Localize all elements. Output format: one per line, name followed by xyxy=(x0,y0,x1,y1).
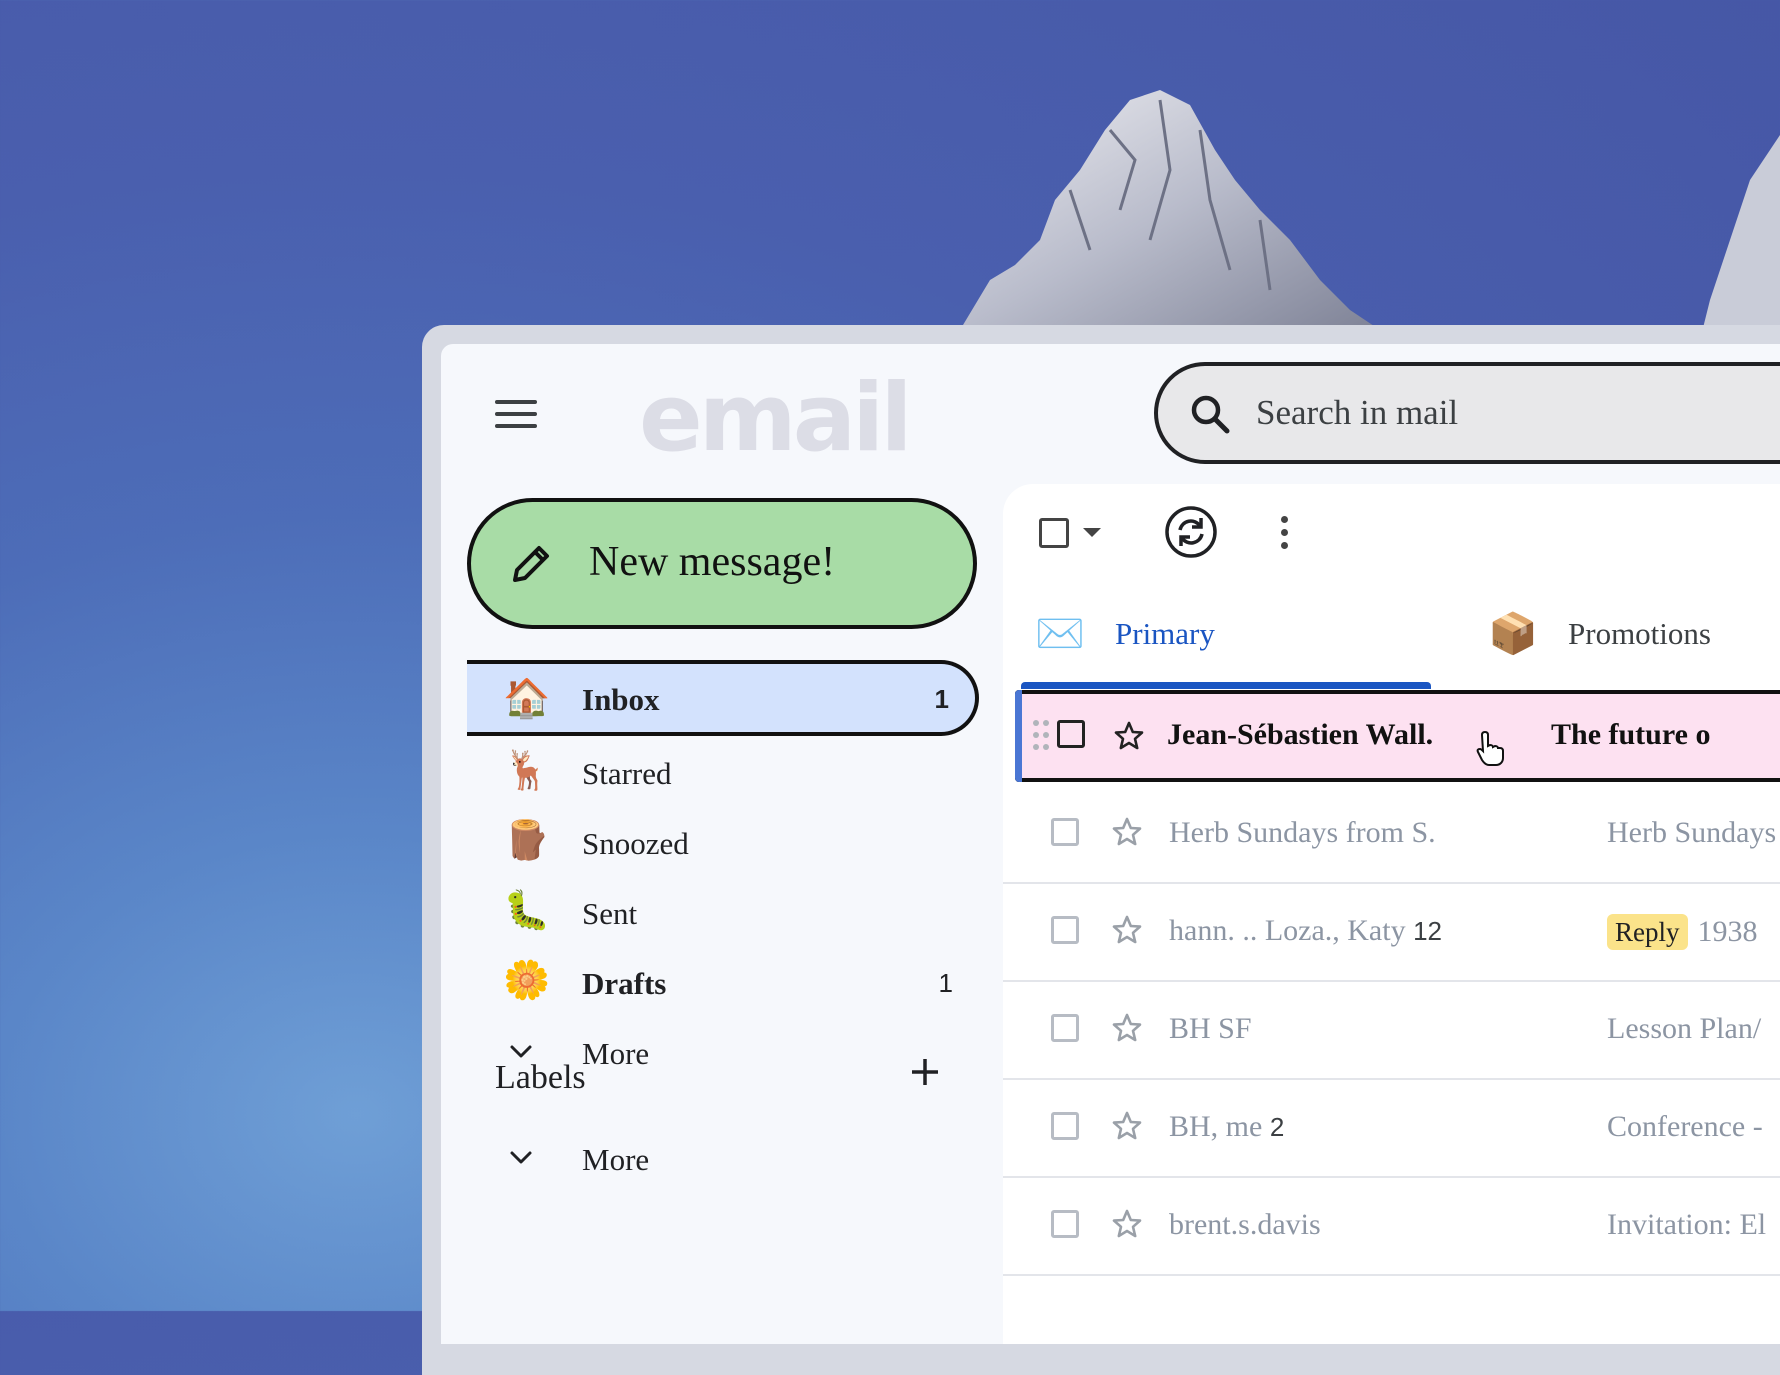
star-icon[interactable] xyxy=(1111,1110,1143,1142)
more-options-icon[interactable] xyxy=(1281,516,1289,550)
search-input[interactable] xyxy=(1254,384,1780,442)
tab-primary[interactable]: ✉️ Primary xyxy=(1021,604,1445,689)
star-icon[interactable] xyxy=(1111,914,1143,946)
draft-count: 1 xyxy=(938,968,953,998)
email-checkbox[interactable] xyxy=(1051,818,1079,846)
app-logo: email xyxy=(639,364,913,473)
sender-names: BH, me xyxy=(1169,1110,1263,1143)
sidebar-item-drafts[interactable]: 🌼 Drafts 1 xyxy=(467,948,979,1018)
email-sender: Jean-Sébastien Wall. xyxy=(1167,718,1434,751)
email-subject: The future o xyxy=(1551,718,1711,751)
sidebar-item-label: More xyxy=(582,1036,650,1071)
new-message-label: New message! xyxy=(589,539,836,585)
unread-count: 1 xyxy=(934,684,949,714)
email-row[interactable]: Jean-Sébastien Wall. The future o xyxy=(1015,690,1780,782)
email-checkbox[interactable] xyxy=(1051,1112,1079,1140)
thread-count: 12 xyxy=(1413,916,1443,946)
menu-icon[interactable] xyxy=(495,400,537,432)
email-row[interactable]: BH, me 2 Conference - xyxy=(1003,1080,1780,1178)
select-dropdown-caret-icon[interactable] xyxy=(1083,528,1101,537)
email-subject: Invitation: El xyxy=(1607,1208,1767,1241)
sender-names: hann. .. Loza., Katy xyxy=(1169,914,1406,947)
tab-label: Primary xyxy=(1115,616,1215,651)
package-icon: 📦 xyxy=(1488,611,1538,657)
flower-icon: 🌼 xyxy=(503,958,551,1002)
refresh-icon[interactable] xyxy=(1163,504,1219,560)
labels-more-label: More xyxy=(582,1142,650,1177)
email-sender: BH, me 2 xyxy=(1169,1110,1284,1144)
chevron-down-icon xyxy=(510,1151,532,1164)
sidebar-item-starred[interactable]: 🦌 Starred xyxy=(467,738,979,808)
email-subject: Herb Sundays xyxy=(1607,816,1777,849)
new-message-button[interactable]: New message! xyxy=(467,498,977,629)
caterpillar-icon: 🐛 xyxy=(503,888,551,932)
active-tab-indicator xyxy=(1021,682,1431,689)
email-row[interactable]: brent.s.davis Invitation: El xyxy=(1003,1178,1780,1276)
select-all-checkbox[interactable] xyxy=(1039,518,1069,548)
email-row[interactable]: BH SF Lesson Plan/ xyxy=(1003,982,1780,1080)
search-icon xyxy=(1191,395,1230,434)
email-sender: BH SF xyxy=(1169,1012,1252,1045)
email-row[interactable]: Herb Sundays from S. Herb Sundays xyxy=(1003,786,1780,884)
email-subject: Lesson Plan/ xyxy=(1607,1012,1762,1045)
email-checkbox[interactable] xyxy=(1057,720,1085,748)
email-sender: Herb Sundays from S. xyxy=(1169,816,1436,849)
mountain-peak-image xyxy=(960,90,1380,330)
email-checkbox[interactable] xyxy=(1051,1210,1079,1238)
email-list: Jean-Sébastien Wall. The future o Herb S… xyxy=(1003,690,1780,1276)
add-label-icon[interactable] xyxy=(909,1056,941,1088)
house-icon: 🏠 xyxy=(503,676,551,720)
subject-text: 1938 xyxy=(1697,915,1758,948)
star-icon[interactable] xyxy=(1113,720,1145,752)
mountain-peak-image xyxy=(1700,135,1780,340)
sidebar-item-snoozed[interactable]: 🪵 Snoozed xyxy=(467,808,979,878)
deer-icon: 🦌 xyxy=(503,748,551,792)
sidebar-item-label: Inbox xyxy=(582,682,660,717)
log-icon: 🪵 xyxy=(503,818,551,862)
sidebar-item-label: Sent xyxy=(582,896,638,931)
email-checkbox[interactable] xyxy=(1051,1014,1079,1042)
hand-pointer-cursor-icon xyxy=(1476,730,1504,766)
pencil-icon xyxy=(513,546,549,582)
search-bar[interactable] xyxy=(1154,362,1780,464)
sidebar-item-label: Snoozed xyxy=(582,826,689,861)
sidebar-nav: 🏠 Inbox 1 🦌 Starred 🪵 Snoozed 🐛 Sent 🌼 D… xyxy=(467,660,979,1088)
email-subject: Reply 1938 xyxy=(1607,914,1758,950)
thread-count: 2 xyxy=(1269,1112,1285,1142)
email-row[interactable]: hann. .. Loza., Katy 12 Reply 1938 xyxy=(1003,884,1780,982)
sidebar-item-inbox[interactable]: 🏠 Inbox 1 xyxy=(467,660,979,736)
star-icon[interactable] xyxy=(1111,1012,1143,1044)
star-icon[interactable] xyxy=(1111,816,1143,848)
tab-promotions[interactable]: 📦 Promotions xyxy=(1488,604,1780,664)
email-sender: hann. .. Loza., Katy 12 xyxy=(1169,914,1442,948)
labels-more[interactable]: More xyxy=(467,1124,979,1194)
star-icon[interactable] xyxy=(1111,1208,1143,1240)
email-subject: Conference - xyxy=(1607,1110,1763,1143)
email-sender: brent.s.davis xyxy=(1169,1208,1321,1241)
email-checkbox[interactable] xyxy=(1051,916,1079,944)
sidebar-item-sent[interactable]: 🐛 Sent xyxy=(467,878,979,948)
mail-list-panel: ✉️ Primary 📦 Promotions Jean-Sébastien W… xyxy=(1003,484,1780,1344)
sidebar-item-label: Drafts xyxy=(582,966,667,1001)
reply-badge: Reply xyxy=(1607,914,1688,950)
envelope-icon: ✉️ xyxy=(1035,611,1085,657)
sidebar-item-label: Starred xyxy=(582,756,672,791)
drag-handle-icon[interactable] xyxy=(1033,720,1051,754)
tab-label: Promotions xyxy=(1568,616,1711,651)
email-app: email New message! 🏠 Inbox 1 🦌 Starred 🪵… xyxy=(441,344,1780,1344)
labels-heading: Labels xyxy=(495,1059,586,1096)
